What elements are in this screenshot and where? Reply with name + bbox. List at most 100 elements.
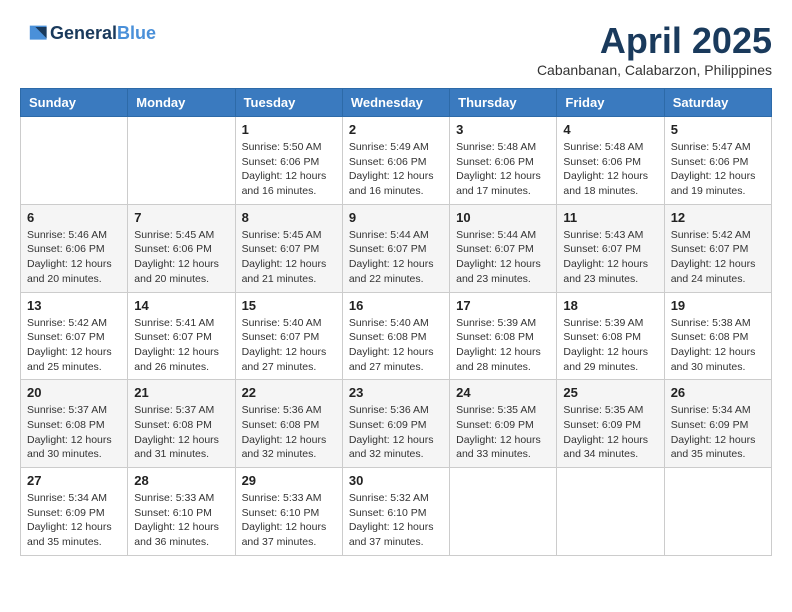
calendar-header-row: SundayMondayTuesdayWednesdayThursdayFrid… <box>21 89 772 117</box>
cell-content: Sunrise: 5:35 AM Sunset: 6:09 PM Dayligh… <box>456 403 550 462</box>
day-number: 3 <box>456 122 550 137</box>
cell-content: Sunrise: 5:44 AM Sunset: 6:07 PM Dayligh… <box>456 228 550 287</box>
calendar-cell: 12 Sunrise: 5:42 AM Sunset: 6:07 PM Dayli… <box>664 204 771 292</box>
cell-content: Sunrise: 5:39 AM Sunset: 6:08 PM Dayligh… <box>456 316 550 375</box>
day-number: 15 <box>242 298 336 313</box>
cell-content: Sunrise: 5:39 AM Sunset: 6:08 PM Dayligh… <box>563 316 657 375</box>
calendar-cell: 11 Sunrise: 5:43 AM Sunset: 6:07 PM Dayli… <box>557 204 664 292</box>
cell-content: Sunrise: 5:40 AM Sunset: 6:08 PM Dayligh… <box>349 316 443 375</box>
day-number: 18 <box>563 298 657 313</box>
cell-content: Sunrise: 5:34 AM Sunset: 6:09 PM Dayligh… <box>27 491 121 550</box>
day-of-week-header: Tuesday <box>235 89 342 117</box>
calendar-cell <box>557 468 664 556</box>
calendar-cell: 13 Sunrise: 5:42 AM Sunset: 6:07 PM Dayli… <box>21 292 128 380</box>
cell-content: Sunrise: 5:35 AM Sunset: 6:09 PM Dayligh… <box>563 403 657 462</box>
day-of-week-header: Wednesday <box>342 89 449 117</box>
day-number: 2 <box>349 122 443 137</box>
calendar-cell <box>128 117 235 205</box>
calendar-table: SundayMondayTuesdayWednesdayThursdayFrid… <box>20 88 772 556</box>
calendar-cell: 25 Sunrise: 5:35 AM Sunset: 6:09 PM Dayli… <box>557 380 664 468</box>
cell-content: Sunrise: 5:33 AM Sunset: 6:10 PM Dayligh… <box>134 491 228 550</box>
day-number: 10 <box>456 210 550 225</box>
calendar-cell: 9 Sunrise: 5:44 AM Sunset: 6:07 PM Daylig… <box>342 204 449 292</box>
cell-content: Sunrise: 5:41 AM Sunset: 6:07 PM Dayligh… <box>134 316 228 375</box>
cell-content: Sunrise: 5:44 AM Sunset: 6:07 PM Dayligh… <box>349 228 443 287</box>
calendar-cell: 24 Sunrise: 5:35 AM Sunset: 6:09 PM Dayli… <box>450 380 557 468</box>
day-number: 12 <box>671 210 765 225</box>
month-year-title: April 2025 <box>537 20 772 62</box>
cell-content: Sunrise: 5:45 AM Sunset: 6:06 PM Dayligh… <box>134 228 228 287</box>
page-header: GeneralBlue April 2025 Cabanbanan, Calab… <box>20 20 772 78</box>
calendar-cell: 20 Sunrise: 5:37 AM Sunset: 6:08 PM Dayli… <box>21 380 128 468</box>
day-number: 19 <box>671 298 765 313</box>
day-number: 11 <box>563 210 657 225</box>
calendar-cell: 29 Sunrise: 5:33 AM Sunset: 6:10 PM Dayli… <box>235 468 342 556</box>
day-number: 30 <box>349 473 443 488</box>
calendar-cell: 4 Sunrise: 5:48 AM Sunset: 6:06 PM Daylig… <box>557 117 664 205</box>
cell-content: Sunrise: 5:43 AM Sunset: 6:07 PM Dayligh… <box>563 228 657 287</box>
calendar-cell: 27Sunrise: 5:34 AM Sunset: 6:09 PM Dayli… <box>21 468 128 556</box>
calendar-week-row: 6 Sunrise: 5:46 AM Sunset: 6:06 PM Daylig… <box>21 204 772 292</box>
day-number: 16 <box>349 298 443 313</box>
cell-content: Sunrise: 5:42 AM Sunset: 6:07 PM Dayligh… <box>27 316 121 375</box>
calendar-cell: 15 Sunrise: 5:40 AM Sunset: 6:07 PM Dayli… <box>235 292 342 380</box>
calendar-cell: 17 Sunrise: 5:39 AM Sunset: 6:08 PM Dayli… <box>450 292 557 380</box>
calendar-cell <box>450 468 557 556</box>
title-section: April 2025 Cabanbanan, Calabarzon, Phili… <box>537 20 772 78</box>
calendar-cell: 2 Sunrise: 5:49 AM Sunset: 6:06 PM Daylig… <box>342 117 449 205</box>
day-of-week-header: Saturday <box>664 89 771 117</box>
day-number: 8 <box>242 210 336 225</box>
calendar-cell <box>21 117 128 205</box>
cell-content: Sunrise: 5:47 AM Sunset: 6:06 PM Dayligh… <box>671 140 765 199</box>
calendar-cell: 8 Sunrise: 5:45 AM Sunset: 6:07 PM Daylig… <box>235 204 342 292</box>
calendar-cell: 21 Sunrise: 5:37 AM Sunset: 6:08 PM Dayli… <box>128 380 235 468</box>
day-number: 20 <box>27 385 121 400</box>
day-number: 14 <box>134 298 228 313</box>
day-of-week-header: Monday <box>128 89 235 117</box>
day-number: 21 <box>134 385 228 400</box>
calendar-cell: 19Sunrise: 5:38 AM Sunset: 6:08 PM Dayli… <box>664 292 771 380</box>
day-number: 29 <box>242 473 336 488</box>
day-number: 25 <box>563 385 657 400</box>
cell-content: Sunrise: 5:48 AM Sunset: 6:06 PM Dayligh… <box>563 140 657 199</box>
day-number: 5 <box>671 122 765 137</box>
day-number: 13 <box>27 298 121 313</box>
calendar-cell: 5 Sunrise: 5:47 AM Sunset: 6:06 PM Daylig… <box>664 117 771 205</box>
cell-content: Sunrise: 5:48 AM Sunset: 6:06 PM Dayligh… <box>456 140 550 199</box>
cell-content: Sunrise: 5:34 AM Sunset: 6:09 PM Dayligh… <box>671 403 765 462</box>
cell-content: Sunrise: 5:45 AM Sunset: 6:07 PM Dayligh… <box>242 228 336 287</box>
logo: GeneralBlue <box>20 20 156 48</box>
calendar-cell <box>664 468 771 556</box>
cell-content: Sunrise: 5:36 AM Sunset: 6:08 PM Dayligh… <box>242 403 336 462</box>
cell-content: Sunrise: 5:42 AM Sunset: 6:07 PM Dayligh… <box>671 228 765 287</box>
cell-content: Sunrise: 5:49 AM Sunset: 6:06 PM Dayligh… <box>349 140 443 199</box>
day-number: 6 <box>27 210 121 225</box>
day-number: 17 <box>456 298 550 313</box>
cell-content: Sunrise: 5:40 AM Sunset: 6:07 PM Dayligh… <box>242 316 336 375</box>
calendar-cell: 16 Sunrise: 5:40 AM Sunset: 6:08 PM Dayli… <box>342 292 449 380</box>
calendar-cell: 30Sunrise: 5:32 AM Sunset: 6:10 PM Dayli… <box>342 468 449 556</box>
calendar-cell: 23Sunrise: 5:36 AM Sunset: 6:09 PM Dayli… <box>342 380 449 468</box>
day-of-week-header: Thursday <box>450 89 557 117</box>
day-number: 22 <box>242 385 336 400</box>
calendar-cell: 10 Sunrise: 5:44 AM Sunset: 6:07 PM Dayli… <box>450 204 557 292</box>
calendar-week-row: 1Sunrise: 5:50 AM Sunset: 6:06 PM Daylig… <box>21 117 772 205</box>
calendar-cell: 7Sunrise: 5:45 AM Sunset: 6:06 PM Daylig… <box>128 204 235 292</box>
calendar-cell: 14 Sunrise: 5:41 AM Sunset: 6:07 PM Dayli… <box>128 292 235 380</box>
cell-content: Sunrise: 5:50 AM Sunset: 6:06 PM Dayligh… <box>242 140 336 199</box>
day-number: 24 <box>456 385 550 400</box>
cell-content: Sunrise: 5:36 AM Sunset: 6:09 PM Dayligh… <box>349 403 443 462</box>
day-number: 9 <box>349 210 443 225</box>
day-number: 28 <box>134 473 228 488</box>
cell-content: Sunrise: 5:33 AM Sunset: 6:10 PM Dayligh… <box>242 491 336 550</box>
cell-content: Sunrise: 5:37 AM Sunset: 6:08 PM Dayligh… <box>134 403 228 462</box>
cell-content: Sunrise: 5:46 AM Sunset: 6:06 PM Dayligh… <box>27 228 121 287</box>
calendar-cell: 6 Sunrise: 5:46 AM Sunset: 6:06 PM Daylig… <box>21 204 128 292</box>
day-of-week-header: Friday <box>557 89 664 117</box>
cell-content: Sunrise: 5:37 AM Sunset: 6:08 PM Dayligh… <box>27 403 121 462</box>
day-number: 4 <box>563 122 657 137</box>
calendar-cell: 28 Sunrise: 5:33 AM Sunset: 6:10 PM Dayli… <box>128 468 235 556</box>
calendar-week-row: 20 Sunrise: 5:37 AM Sunset: 6:08 PM Dayli… <box>21 380 772 468</box>
day-number: 26 <box>671 385 765 400</box>
calendar-cell: 1Sunrise: 5:50 AM Sunset: 6:06 PM Daylig… <box>235 117 342 205</box>
